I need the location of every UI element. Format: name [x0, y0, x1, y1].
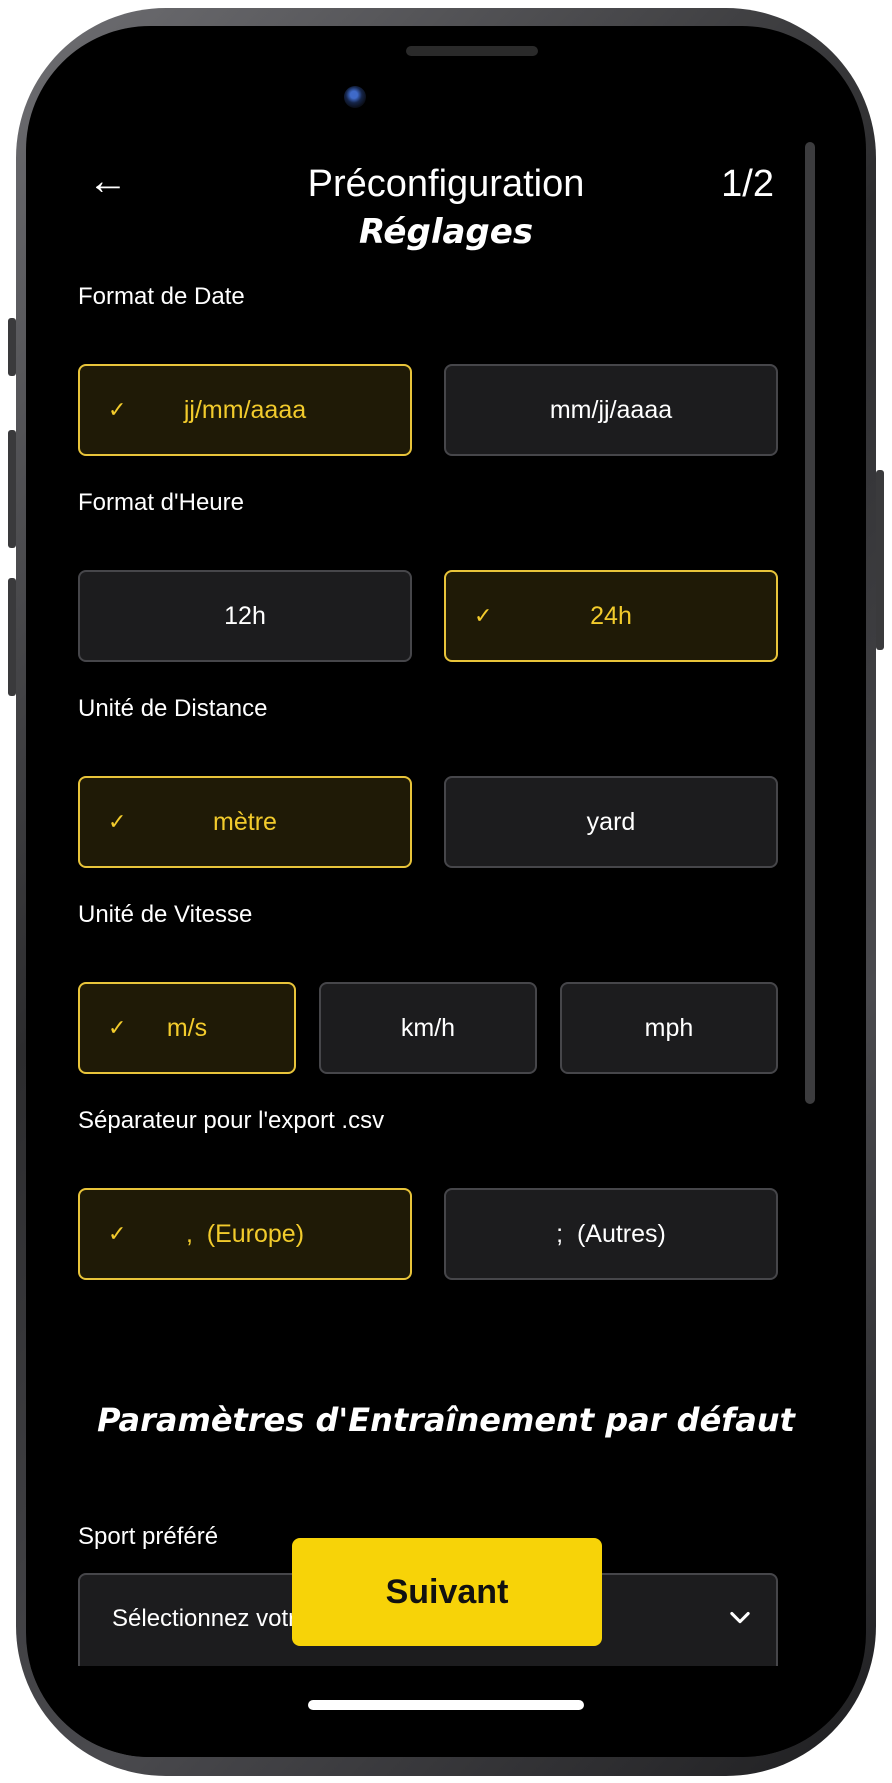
check-icon: ✓	[474, 603, 493, 628]
option-label: mph	[644, 1013, 694, 1042]
csv-separator-option[interactable]: ✓ , (Europe)	[78, 1188, 412, 1280]
page-title: Préconfiguration	[307, 163, 585, 205]
side-button-silent	[8, 318, 16, 376]
home-indicator[interactable]	[308, 1700, 584, 1710]
option-label: m/s	[166, 1013, 208, 1042]
distance-unit-option[interactable]: ✓ mètre	[78, 776, 412, 868]
back-arrow-icon[interactable]: ←	[80, 156, 136, 212]
header: ← Préconfiguration 1/2	[26, 156, 866, 216]
bottom-bar	[26, 1666, 866, 1757]
option-label: yard	[586, 807, 636, 836]
speed-unit-option[interactable]: ✓ mph	[560, 982, 778, 1074]
settings-section-title: Réglages	[358, 212, 534, 252]
csv-separator-label: Séparateur pour l'export .csv	[78, 1107, 385, 1134]
option-label: , (Europe)	[185, 1219, 305, 1248]
sport-select-placeholder: Sélectionnez votr	[112, 1605, 297, 1632]
option-label: ; (Autres)	[556, 1219, 666, 1248]
check-icon: ✓	[108, 397, 127, 422]
next-button[interactable]: Suivant	[292, 1538, 602, 1646]
side-button-power	[876, 470, 884, 650]
option-label: 24h	[590, 601, 632, 630]
speed-unit-label: Unité de Vitesse	[78, 901, 253, 928]
distance-unit-option[interactable]: ✓ yard	[444, 776, 778, 868]
distance-unit-label: Unité de Distance	[78, 695, 268, 722]
option-label: mètre	[213, 807, 277, 836]
speed-unit-option[interactable]: ✓ m/s	[78, 982, 296, 1074]
app-screen: ← Préconfiguration 1/2 Réglages Format d…	[26, 26, 866, 1757]
csv-separator-option[interactable]: ✓ ; (Autres)	[444, 1188, 778, 1280]
time-format-option[interactable]: ✓ 12h	[78, 570, 412, 662]
option-label: 12h	[224, 601, 266, 630]
sport-label: Sport préféré	[78, 1523, 219, 1550]
side-button-volume-down	[8, 578, 16, 696]
date-format-option[interactable]: ✓ mm/jj/aaaa	[444, 364, 778, 456]
training-section-title: Paramètres d'Entraînement par défaut	[97, 1401, 795, 1439]
front-camera	[344, 86, 366, 108]
option-label: jj/mm/aaaa	[183, 395, 307, 424]
earpiece-speaker	[406, 46, 538, 56]
check-icon: ✓	[108, 1221, 127, 1246]
check-icon: ✓	[108, 809, 127, 834]
side-button-volume-up	[8, 430, 16, 548]
option-label: km/h	[400, 1013, 456, 1042]
option-label: mm/jj/aaaa	[549, 395, 673, 424]
date-format-label: Format de Date	[78, 283, 245, 310]
check-icon: ✓	[108, 1015, 127, 1040]
scrollbar[interactable]	[805, 142, 815, 1104]
chevron-down-icon	[730, 1611, 750, 1624]
time-format-label: Format d'Heure	[78, 489, 244, 516]
step-counter: 1/2	[721, 163, 774, 205]
date-format-option[interactable]: ✓ jj/mm/aaaa	[78, 364, 412, 456]
speed-unit-option[interactable]: ✓ km/h	[319, 982, 537, 1074]
time-format-option[interactable]: ✓ 24h	[444, 570, 778, 662]
